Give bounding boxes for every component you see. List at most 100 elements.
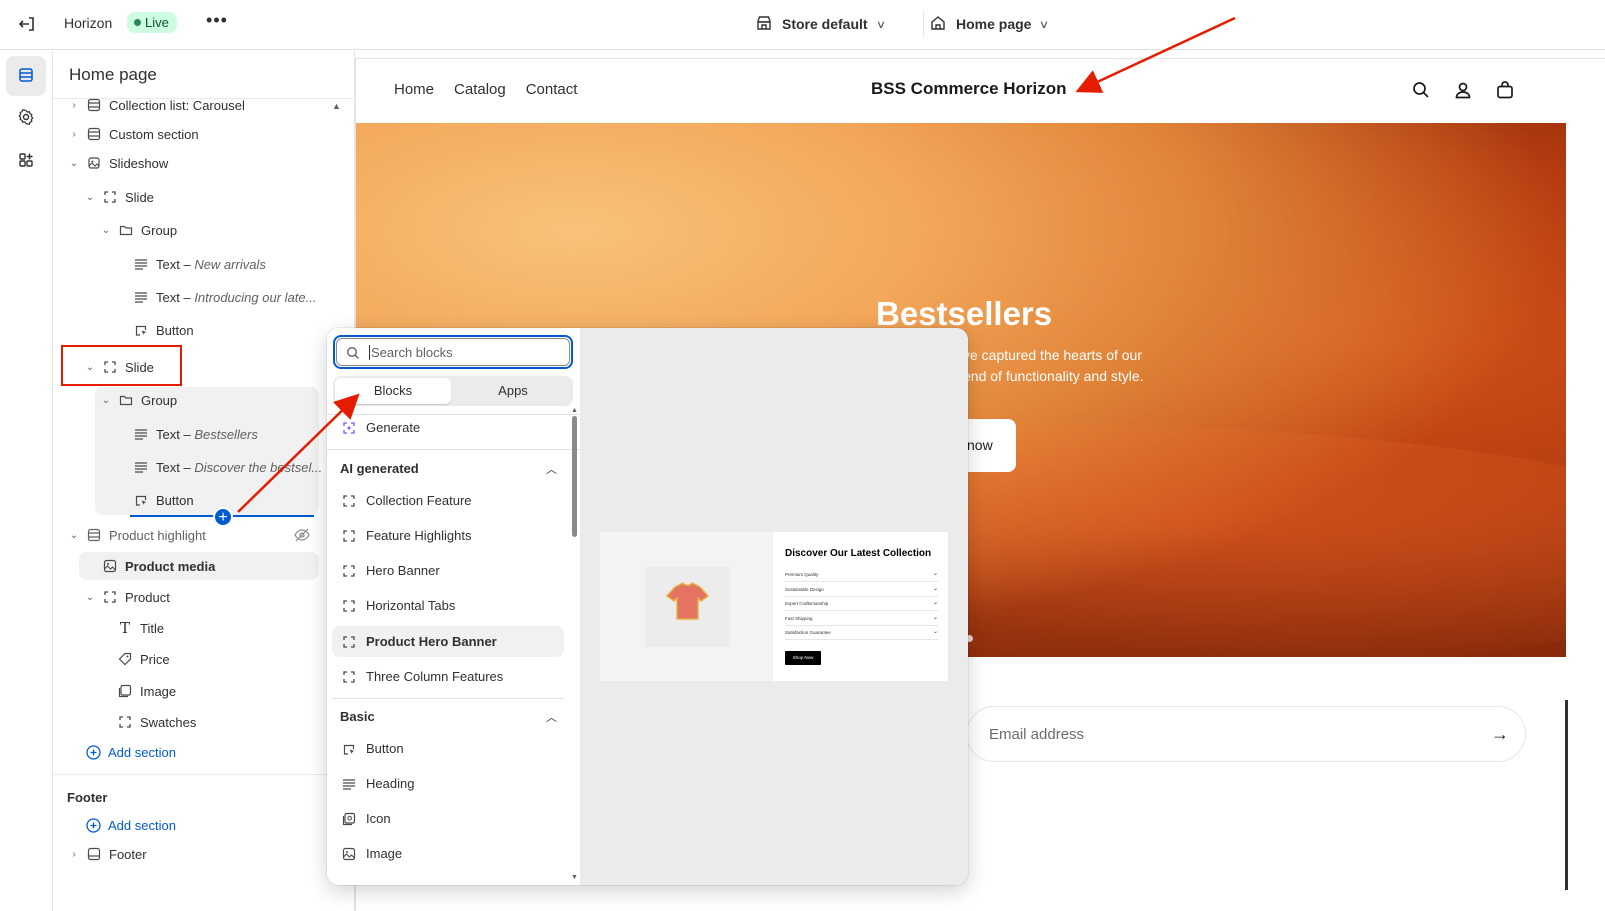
store-selector[interactable]: Store default ∨	[755, 11, 886, 37]
add-section-button[interactable]: Add section	[85, 738, 176, 766]
block-item-product-hero-banner[interactable]: Product Hero Banner	[332, 626, 564, 657]
divider	[332, 698, 564, 699]
block-item-feature-highlights[interactable]: Feature Highlights	[332, 520, 564, 551]
row-label: Sustainable Design	[785, 587, 824, 592]
row-label: Premium Quality	[785, 572, 819, 577]
apps-rail-button[interactable]	[6, 141, 46, 181]
generate-sparkle-icon	[341, 420, 357, 436]
tree-item-collection-list[interactable]: › Collection list: Carousel	[67, 91, 245, 119]
block-item-collection-feature[interactable]: Collection Feature	[332, 485, 564, 516]
page-selector-label: Home page	[956, 16, 1032, 32]
live-status-badge: Live	[127, 12, 177, 33]
chevron-right-icon: ›	[72, 128, 76, 140]
tree-item-detail: New arrivals	[194, 256, 266, 272]
account-icon[interactable]	[1453, 80, 1473, 103]
block-item-button[interactable]: Button	[332, 733, 564, 764]
cart-icon[interactable]	[1495, 80, 1515, 103]
hero-subtitle-line: ve captured the hearts of our	[963, 347, 1142, 363]
tree-item-group-2[interactable]: ⌄ Group	[99, 386, 177, 414]
tree-item-custom-section[interactable]: › Custom section	[67, 120, 198, 148]
tree-item-group-1[interactable]: ⌄ Group	[99, 216, 177, 244]
product-image	[600, 532, 773, 681]
store-brand[interactable]: BSS Commerce Horizon	[871, 79, 1067, 99]
chevron-up-icon[interactable]: ︿	[546, 709, 557, 725]
divider	[53, 774, 355, 775]
search-blocks-input[interactable]: Search blocks	[333, 335, 573, 369]
row-label: Satisfaction Guarantee	[785, 630, 831, 635]
exit-icon[interactable]	[16, 13, 38, 35]
chevron-down-icon: ⌄	[932, 615, 938, 621]
section-icon	[86, 527, 102, 543]
nav-link-catalog[interactable]: Catalog	[454, 81, 506, 98]
chevron-up-icon[interactable]: ︿	[546, 461, 557, 477]
block-item-heading[interactable]: Heading	[332, 768, 564, 799]
sections-rail-button[interactable]	[6, 56, 46, 96]
tree-item-title[interactable]: T Title	[117, 614, 164, 642]
chevron-down-icon: ⌄	[932, 600, 938, 606]
home-icon	[929, 14, 947, 35]
tree-item-text-introducing[interactable]: Text – Introducing our late...	[133, 283, 316, 311]
tab-apps[interactable]: Apps	[455, 378, 571, 404]
tree-item-swatches[interactable]: Swatches	[117, 708, 196, 736]
search-icon[interactable]	[1411, 80, 1431, 103]
button-icon	[133, 492, 149, 508]
tree-item-button-1[interactable]: Button	[133, 316, 194, 344]
block-item-hero-banner[interactable]: Hero Banner	[332, 555, 564, 586]
settings-rail-button[interactable]	[6, 98, 46, 138]
page-selector[interactable]: Home page ∨	[929, 11, 1050, 37]
ai-generated-group-title[interactable]: AI generated	[340, 461, 419, 476]
tree-item-label: Text	[156, 426, 180, 442]
picker-tabs: Blocks Apps	[333, 376, 573, 406]
tree-item-footer[interactable]: › Footer	[67, 840, 146, 868]
plus-circle-icon	[85, 744, 101, 760]
tab-blocks[interactable]: Blocks	[335, 378, 451, 404]
text-icon	[133, 289, 149, 305]
folder-icon	[118, 392, 134, 408]
arrow-right-icon[interactable]: →	[1491, 724, 1509, 745]
insert-block-button[interactable]: +	[213, 507, 233, 527]
tree-item-product[interactable]: ⌄ Product	[83, 583, 170, 611]
tree-item-product-highlight[interactable]: ⌄ Product highlight	[67, 521, 206, 549]
tree-item-product-media[interactable]: Product media	[102, 552, 215, 580]
block-item-icon[interactable]: Icon	[332, 803, 564, 834]
basic-group-title[interactable]: Basic	[340, 709, 375, 724]
item-label: Feature Highlights	[366, 528, 472, 543]
block-item-three-column-features[interactable]: Three Column Features	[332, 661, 564, 692]
hidden-eye-icon[interactable]	[294, 528, 310, 545]
block-item-horizontal-tabs[interactable]: Horizontal Tabs	[332, 590, 564, 621]
row-label: Fast Shipping	[785, 616, 813, 621]
tree-item-slideshow[interactable]: ⌄ Slideshow	[67, 149, 168, 177]
tree-item-slide-1[interactable]: ⌄ Slide	[83, 183, 154, 211]
nav-link-contact[interactable]: Contact	[526, 81, 578, 98]
preview-shop-button: Shop Now	[785, 651, 821, 665]
scroll-down-arrow[interactable]: ▼	[571, 874, 578, 881]
chevron-down-icon: ⌄	[932, 571, 938, 577]
tree-item-image[interactable]: Image	[117, 677, 176, 705]
picker-scrollbar[interactable]	[572, 416, 577, 537]
tree-item-button-2[interactable]: Button	[133, 486, 194, 514]
nav-link-home[interactable]: Home	[394, 81, 434, 98]
tree-item-text-bestsellers[interactable]: Text – Bestsellers	[133, 420, 258, 448]
block-item-image[interactable]: Image	[332, 838, 564, 869]
block-picker-popover: Search blocks Blocks Apps Generate AI ge…	[327, 328, 968, 885]
scroll-up-arrow[interactable]: ▲	[571, 407, 578, 414]
chevron-down-icon: ∨	[875, 18, 886, 31]
preview-card: Discover Our Latest Collection Premium Q…	[600, 532, 948, 681]
chevron-down-icon: ⌄	[69, 529, 79, 541]
scroll-up-arrow[interactable]: ▲	[332, 101, 341, 111]
divider	[327, 449, 580, 450]
chevron-down-icon: ⌄	[85, 591, 95, 603]
tree-item-text-discover[interactable]: Text – Discover the bestsel...	[133, 453, 322, 481]
tree-item-price[interactable]: Price	[117, 645, 170, 673]
chevron-down-icon: ∨	[1039, 18, 1050, 31]
newsletter-email-input[interactable]: Email address →	[966, 706, 1526, 762]
left-rail	[0, 51, 53, 911]
more-actions-button[interactable]: •••	[206, 11, 228, 33]
tree-item-text-new-arrivals[interactable]: Text – New arrivals	[133, 250, 266, 278]
generate-block-item[interactable]: Generate	[332, 412, 564, 443]
footer-group-title: Footer	[67, 790, 108, 805]
hero-subtitle-line: end of functionality and style.	[963, 368, 1144, 384]
footer-add-section-button[interactable]: Add section	[85, 811, 176, 839]
preview-scrollbar[interactable]	[1565, 700, 1568, 890]
item-label: Button	[366, 741, 404, 756]
